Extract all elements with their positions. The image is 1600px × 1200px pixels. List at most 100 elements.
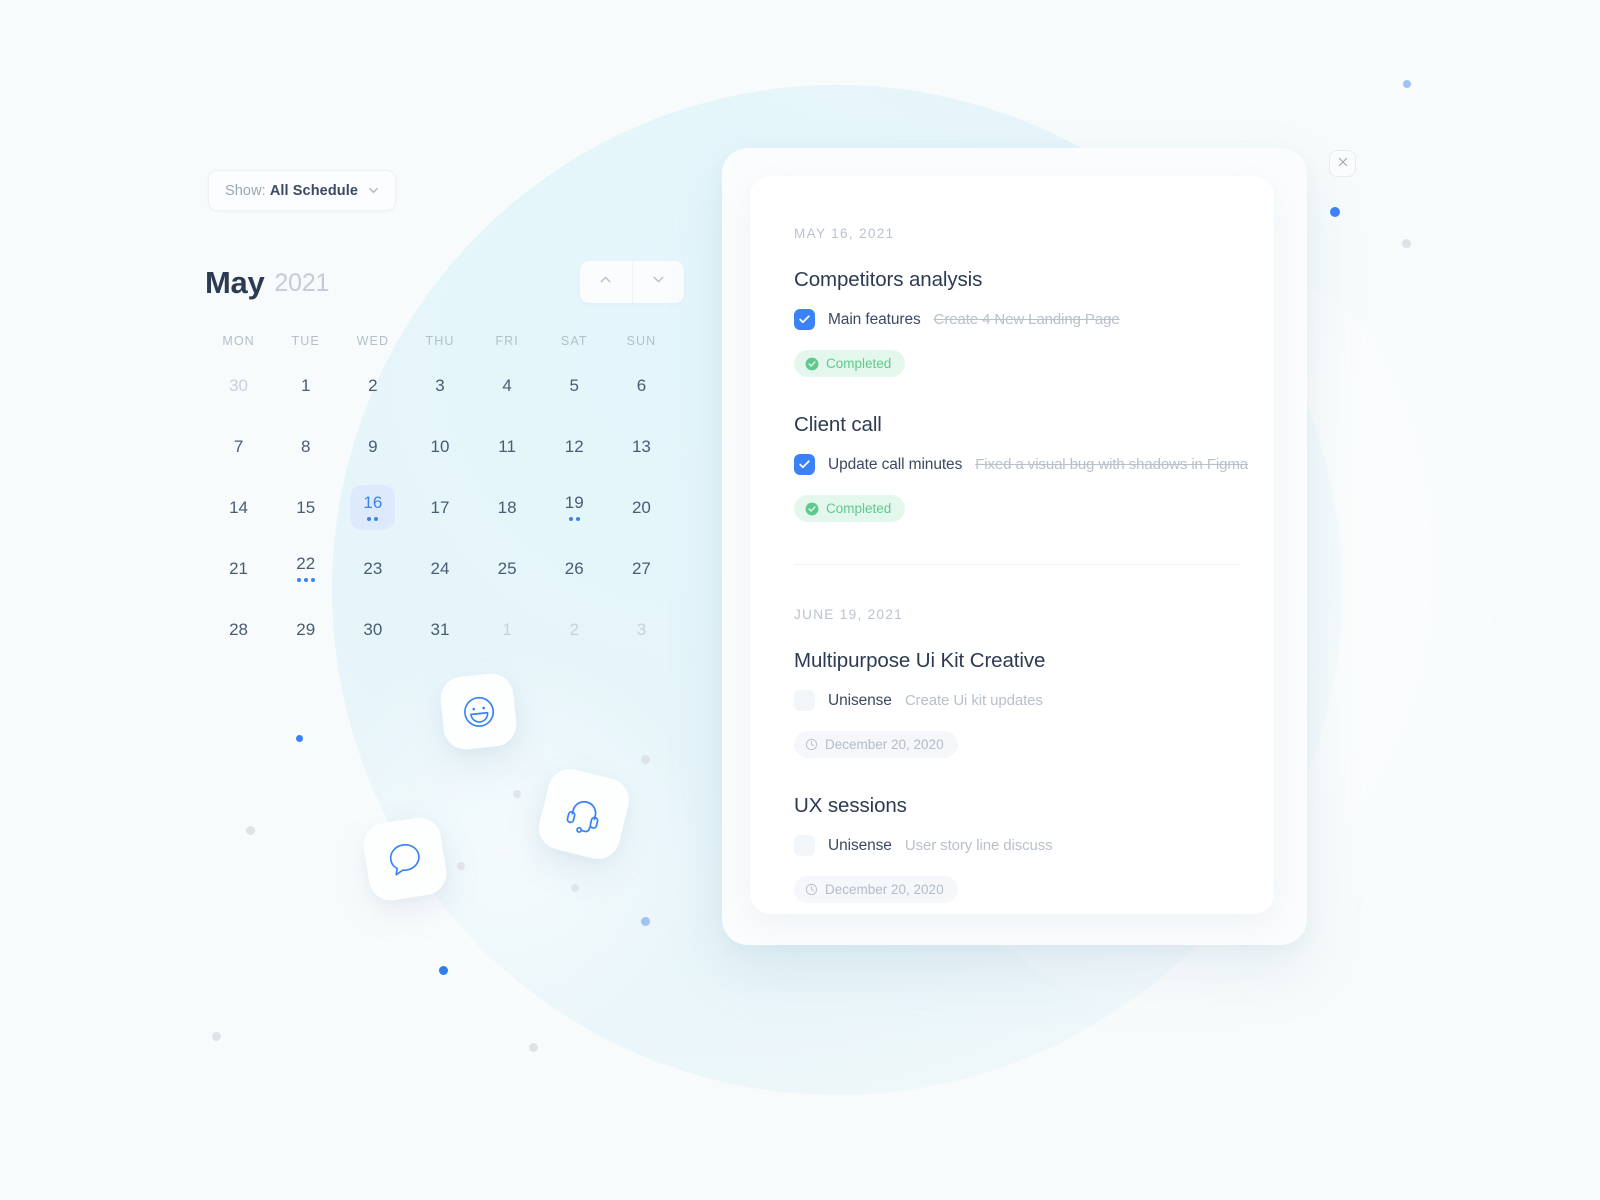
status-label: Completed [826,501,892,516]
calendar-prev-button[interactable] [580,261,632,303]
schedule-section: JUNE 19, 2021 Multipurpose Ui Kit Creativ… [794,607,1274,903]
floating-icon-card [438,671,519,752]
close-button[interactable] [1329,150,1356,177]
calendar-day-cell[interactable]: 4 [474,362,541,409]
calendar-day-number: 13 [631,437,651,456]
calendar-day-cell[interactable]: 13 [608,423,675,470]
calendar-day-cell[interactable]: 22 [272,545,339,592]
calendar-day-cell[interactable]: 5 [541,362,608,409]
calendar-day-inner: 21 [216,546,261,591]
calendar-day-cell[interactable]: 8 [272,423,339,470]
calendar-day-event-dots [367,516,379,521]
calendar-week-row: 30 1 2 3 4 5 6 [205,362,675,409]
calendar-day-cell[interactable]: 3 [406,362,473,409]
calendar-day-cell[interactable]: 24 [406,545,473,592]
calendar-day-cell[interactable]: 2 [541,606,608,653]
calendar-day-inner: 24 [417,546,462,591]
calendar-day-cell[interactable]: 27 [608,545,675,592]
calendar-day-cell[interactable]: 23 [339,545,406,592]
calendar-day-number: 23 [363,559,383,578]
calendar-day-cell[interactable]: 17 [406,484,473,531]
date-chip: December 20, 2020 [794,876,958,903]
calendar-day-cell[interactable]: 30 [339,606,406,653]
task-status-wrap: Completed [794,495,1274,522]
calendar-day-cell[interactable]: 25 [474,545,541,592]
calendar-day-inner: 9 [350,424,395,469]
check-circle-icon [805,502,819,516]
calendar-week-row: 28 29 30 31 1 2 3 [205,606,675,653]
calendar-day-cell[interactable]: 20 [608,484,675,531]
calendar-day-event-dots [296,577,315,582]
calendar-weekday: SAT [560,334,588,348]
section-divider [794,564,1240,565]
task-checkbox-unchecked[interactable] [794,690,815,711]
calendar-day-cell[interactable]: 18 [474,484,541,531]
task-checkbox-checked[interactable] [794,309,815,330]
task-group: Multipurpose Ui Kit Creative Unisense Crea… [794,649,1274,758]
calendar-weekday: MON [222,334,255,348]
event-dot [575,516,580,521]
decorative-dot [439,966,448,975]
calendar-weekday: TUE [291,334,320,348]
calendar-day-cell[interactable]: 31 [406,606,473,653]
calendar-day-cell[interactable]: 3 [608,606,675,653]
schedule-filter-value: All Schedule [269,182,359,199]
chevron-up-icon [597,271,614,293]
calendar-day-cell[interactable]: 14 [205,484,272,531]
calendar-day-cell[interactable]: 28 [205,606,272,653]
calendar-day-cell[interactable]: 9 [339,423,406,470]
status-badge: Completed [794,350,906,377]
task-title: Multipurpose Ui Kit Creative [794,649,1046,672]
calendar-day-cell[interactable]: 10 [406,423,473,470]
calendar-day-cell[interactable]: 15 [272,484,339,531]
task-checkbox-unchecked[interactable] [794,835,815,856]
decorative-dot [1403,80,1411,88]
task-group: Competitors analysis Main features Create … [794,268,1274,377]
calendar-day-cell[interactable]: 11 [474,423,541,470]
calendar-day-cell[interactable]: 26 [541,545,608,592]
calendar-day-number: 25 [497,559,517,578]
calendar-day-number: 6 [636,376,647,395]
calendar-day-number: 7 [233,437,244,456]
calendar-day-cell[interactable]: 21 [205,545,272,592]
calendar-week-row: 14 15 16 17 18 19 20 [205,484,675,531]
date-chip: December 20, 2020 [794,731,958,758]
calendar-day-inner: 2 [350,363,395,408]
calendar-day-number: 14 [229,498,249,517]
calendar-day-number: 31 [430,620,450,639]
calendar-day-cell[interactable]: 19 [541,484,608,531]
status-label: December 20, 2020 [825,737,944,752]
calendar-day-inner: 16 [350,485,396,530]
calendar-day-number: 15 [296,498,316,517]
calendar-day-inner: 6 [619,363,664,408]
calendar-day-number: 2 [569,620,579,639]
calendar-day-inner: 30 [350,607,395,652]
calendar-day-number: 10 [430,437,450,456]
calendar-day-cell[interactable]: 12 [541,423,608,470]
calendar-day-cell[interactable]: 2 [339,362,406,409]
calendar-day-inner: 18 [485,485,530,530]
calendar-day-cell[interactable]: 30 [205,362,272,409]
calendar-day-cell[interactable]: 29 [272,606,339,653]
calendar-day-number: 5 [569,376,579,395]
calendar-day-cell[interactable]: 1 [474,606,541,653]
app-canvas: Show: All Schedule May 2021 MON TUE WED … [0,0,1600,1200]
calendar-day-number: 27 [631,559,651,578]
task-checkbox-checked[interactable] [794,454,815,475]
task-name: Main features [828,310,921,328]
calendar-day-inner: 1 [283,363,328,408]
schedule-filter-select[interactable]: Show: All Schedule [208,170,396,211]
chat-bubble-icon [382,836,428,882]
task-row: Unisense Create Ui kit updates [794,690,1274,711]
calendar-day-number: 3 [435,376,445,395]
calendar-day-inner: 19 [552,485,597,530]
calendar-day-cell[interactable]: 7 [205,423,272,470]
decorative-dot [296,735,303,742]
calendar-day-inner: 4 [485,363,530,408]
calendar-day-cell[interactable]: 1 [272,362,339,409]
calendar-next-button[interactable] [631,261,685,303]
task-name: Update call minutes [828,455,963,473]
calendar-day-number: 12 [564,437,584,456]
calendar-day-cell[interactable]: 16 [339,484,406,531]
calendar-day-cell[interactable]: 6 [608,362,675,409]
